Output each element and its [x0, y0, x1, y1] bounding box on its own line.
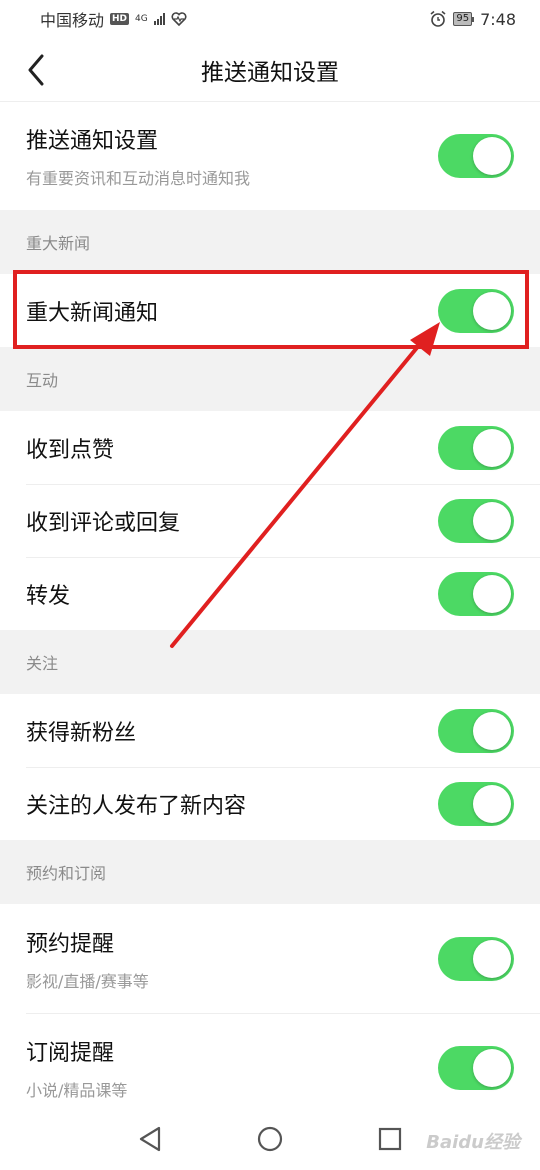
- heart-pulse-icon: [171, 12, 187, 26]
- comments-toggle[interactable]: [438, 498, 514, 543]
- setting-row-comments: 收到评论或回复: [0, 484, 540, 557]
- status-right: 95 7:48: [429, 10, 516, 29]
- setting-label: 关注的人发布了新内容: [26, 793, 247, 819]
- back-button[interactable]: [18, 52, 54, 88]
- setting-row-reservation: 预约提醒 影视/直播/赛事等: [0, 904, 540, 1013]
- clock-time: 7:48: [480, 9, 516, 29]
- watermark-logo: Baidu经验: [426, 1128, 520, 1154]
- setting-row-new-followers: 获得新粉丝: [0, 694, 540, 767]
- square-recents-icon: [378, 1127, 402, 1151]
- setting-label: 收到点赞: [26, 437, 115, 463]
- triangle-back-icon: [139, 1126, 161, 1152]
- setting-row-major-news: 重大新闻通知: [0, 274, 540, 347]
- setting-row-reposts: 转发: [0, 557, 540, 630]
- setting-description: 有重要资讯和互动消息时通知我: [26, 169, 251, 188]
- subscription-toggle[interactable]: [438, 1045, 514, 1090]
- hd-icon: HD: [110, 13, 130, 25]
- signal-icon: [153, 13, 165, 25]
- battery-level: 95: [453, 12, 473, 26]
- setting-row-push-notifications: 推送通知设置 有重要资讯和互动消息时通知我: [0, 102, 540, 210]
- setting-label: 推送通知设置: [26, 129, 159, 154]
- followed-posts-toggle[interactable]: [438, 781, 514, 826]
- new-followers-toggle[interactable]: [438, 708, 514, 753]
- section-header-follow: 关注: [0, 630, 540, 694]
- page-title: 推送通知设置: [201, 59, 339, 86]
- setting-row-followed-posts: 关注的人发布了新内容: [0, 767, 540, 840]
- setting-label: 转发: [26, 583, 71, 609]
- nav-back-button[interactable]: [130, 1119, 170, 1159]
- carrier-name: 中国移动: [40, 11, 105, 30]
- reservation-toggle[interactable]: [438, 936, 514, 981]
- setting-row-subscription: 订阅提醒 小说/精品课等: [0, 1013, 540, 1122]
- nav-home-button[interactable]: [250, 1119, 290, 1159]
- circle-home-icon: [257, 1126, 283, 1152]
- setting-description: 影视/直播/赛事等: [26, 971, 149, 991]
- setting-label: 收到评论或回复: [26, 510, 181, 536]
- alarm-icon: [430, 10, 446, 27]
- back-arrow-icon: [28, 54, 44, 86]
- major-news-toggle[interactable]: [438, 288, 514, 333]
- status-left: 中国移动 HD 4G: [40, 7, 187, 31]
- section-header-subscribe: 预约和订阅: [0, 840, 540, 904]
- status-bar: 中国移动 HD 4G 95 7:48: [0, 0, 540, 38]
- section-header-interaction: 互动: [0, 347, 540, 411]
- push-notifications-toggle[interactable]: [438, 134, 514, 178]
- setting-label: 重大新闻通知: [26, 300, 159, 326]
- nav-bar: 推送通知设置: [0, 38, 540, 102]
- setting-label: 获得新粉丝: [26, 720, 137, 746]
- network-type: 4G: [135, 14, 148, 24]
- section-header-major-news: 重大新闻: [0, 210, 540, 274]
- watermark-text: Baidu经验: [426, 1132, 520, 1153]
- setting-description: 小说/精品课等: [26, 1080, 128, 1100]
- nav-recents-button[interactable]: [370, 1119, 410, 1159]
- setting-label: 预约提醒: [26, 931, 115, 957]
- battery-icon: 95: [453, 12, 475, 26]
- setting-label: 订阅提醒: [26, 1040, 115, 1066]
- likes-toggle[interactable]: [438, 425, 514, 470]
- reposts-toggle[interactable]: [438, 571, 514, 616]
- setting-row-likes: 收到点赞: [0, 411, 540, 484]
